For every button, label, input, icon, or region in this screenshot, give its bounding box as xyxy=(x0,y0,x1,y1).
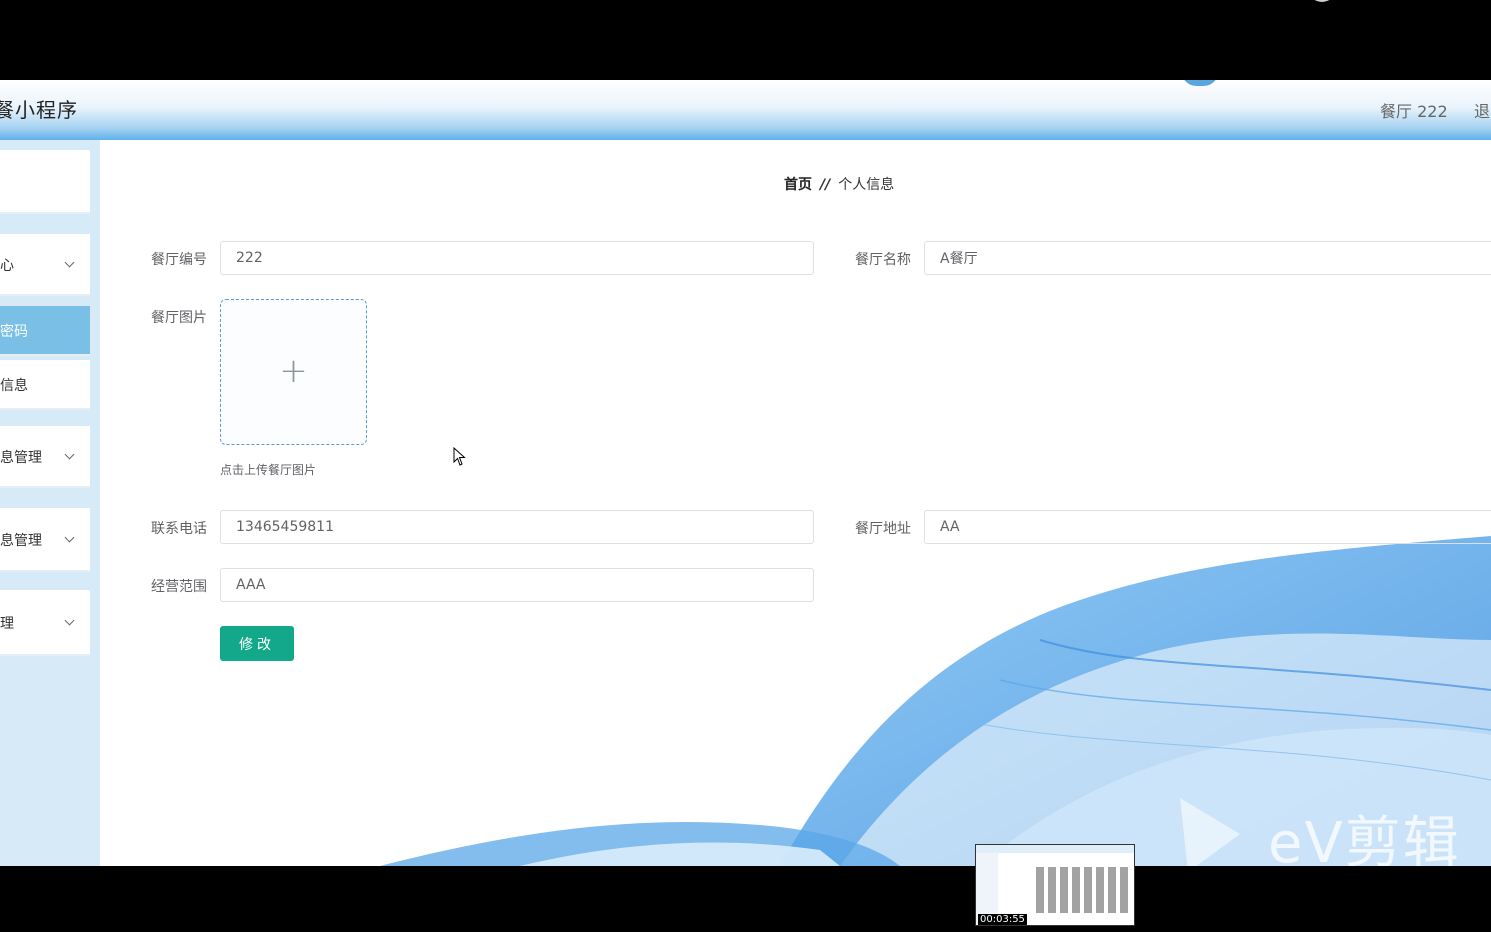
header-decoration xyxy=(1182,80,1218,86)
modify-button[interactable]: 修改 xyxy=(220,626,294,661)
upload-hint: 点击上传餐厅图片 xyxy=(220,463,317,477)
thumbnail-header xyxy=(976,845,1134,853)
chevron-down-icon xyxy=(64,532,75,543)
phone-label: 联系电话 xyxy=(151,521,207,537)
video-preview-thumbnail: 00:03:55 xyxy=(975,844,1135,926)
sidebar-item-label: 信息 xyxy=(0,378,28,394)
sidebar-item-label: 密码 xyxy=(0,324,28,340)
sidebar: 心 密码 信息 息管理 息管理 理 xyxy=(0,140,100,866)
restaurant-name-input[interactable] xyxy=(924,241,1491,275)
app-title: 餐小程序 xyxy=(0,98,78,122)
breadcrumb-separator: // xyxy=(820,177,831,193)
logout-link[interactable]: 退 xyxy=(1474,98,1490,122)
sidebar-item-change-password[interactable]: 密码 xyxy=(0,306,90,356)
scope-input[interactable] xyxy=(220,568,814,602)
user-label[interactable]: 餐厅 222 xyxy=(1380,98,1448,122)
sidebar-item-label: 心 xyxy=(0,258,14,274)
thumbnail-image-grid xyxy=(1036,867,1132,913)
breadcrumb-current: 个人信息 xyxy=(838,177,895,193)
phone-input[interactable] xyxy=(220,510,814,544)
restaurant-no-label: 餐厅编号 xyxy=(151,252,207,268)
sidebar-item-info-management-2[interactable]: 息管理 xyxy=(0,508,90,572)
breadcrumb-home[interactable]: 首页 xyxy=(784,177,812,193)
restaurant-image-label: 餐厅图片 xyxy=(151,310,207,326)
address-label: 餐厅地址 xyxy=(855,521,911,537)
scope-label: 经营范围 xyxy=(151,579,207,595)
sidebar-item-home[interactable] xyxy=(0,150,90,214)
plus-icon: + xyxy=(279,351,308,392)
app-header: 餐小程序 餐厅 222 退 xyxy=(0,80,1491,140)
image-upload-box[interactable]: + xyxy=(220,299,367,445)
sidebar-item-info-management-1[interactable]: 息管理 xyxy=(0,426,90,488)
restaurant-name-label: 餐厅名称 xyxy=(855,252,911,268)
sidebar-item-personal-center[interactable]: 心 xyxy=(0,234,90,296)
app-window: 餐小程序 餐厅 222 退 心 密码 信息 息管理 息管理 理 首页 // 个人… xyxy=(0,80,1491,866)
sidebar-item-label: 息管理 xyxy=(0,450,42,466)
thumbnail-timestamp: 00:03:55 xyxy=(978,914,1027,925)
address-input[interactable] xyxy=(924,510,1491,544)
recording-bottom-bar xyxy=(0,866,1491,932)
breadcrumb: 首页 // 个人信息 xyxy=(784,174,894,194)
chevron-down-icon xyxy=(64,257,75,268)
chevron-down-icon xyxy=(64,449,75,460)
chevron-down-icon xyxy=(64,615,75,626)
sidebar-item-label: 息管理 xyxy=(0,533,42,549)
sidebar-item-management[interactable]: 理 xyxy=(0,590,90,656)
mouse-cursor-icon xyxy=(453,447,466,466)
restaurant-no-input[interactable] xyxy=(220,241,814,275)
sidebar-item-personal-info[interactable]: 信息 xyxy=(0,360,90,410)
recording-indicator xyxy=(1308,0,1336,2)
sidebar-item-label: 理 xyxy=(0,616,14,632)
recording-top-bar xyxy=(0,0,1491,80)
watermark-text: eV剪辑 xyxy=(1268,811,1461,866)
